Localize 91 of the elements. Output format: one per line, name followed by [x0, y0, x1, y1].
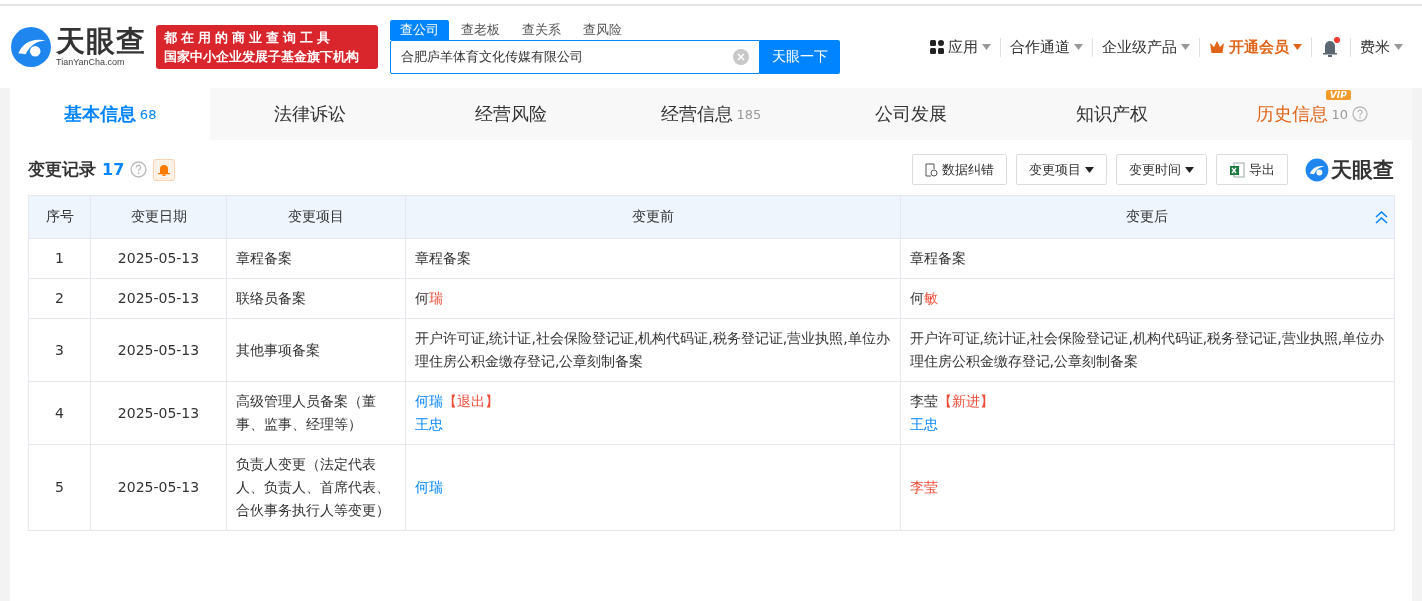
changed-text: 【退出】	[443, 393, 499, 409]
search-field[interactable]: 合肥庐羊体育文化传媒有限公司	[390, 40, 760, 74]
logo-domain: TianYanCha.com	[56, 58, 126, 67]
search-tab[interactable]: 查公司	[390, 20, 449, 40]
table-cell: 2025-05-13	[90, 381, 227, 445]
table-cell: 3	[28, 318, 91, 382]
caret-icon	[1185, 166, 1194, 173]
table-cell: 1	[28, 238, 91, 279]
caret-icon	[1394, 44, 1403, 50]
section-tab[interactable]: 法律诉讼	[210, 88, 411, 140]
crown-icon	[1209, 40, 1225, 54]
caret-icon	[1181, 44, 1190, 50]
table-cell: 2	[28, 278, 91, 319]
logo-icon	[1305, 157, 1329, 182]
grid-icon	[930, 40, 944, 54]
cell-text: 何	[415, 290, 429, 306]
subscribe-button[interactable]	[153, 158, 176, 181]
person-link[interactable]: 何瑞	[415, 479, 443, 495]
caret-icon	[1085, 166, 1094, 173]
column-header: 序号	[28, 195, 91, 239]
tab-count: 10	[1331, 106, 1349, 122]
document-icon	[925, 162, 938, 177]
cell-text: 章程备案	[415, 250, 471, 266]
cell-text: 何	[909, 290, 924, 306]
bell-icon	[158, 163, 171, 176]
table-cell: 2025-05-13	[90, 444, 227, 531]
tab-count: 68	[139, 106, 157, 122]
column-header: 变更项目	[226, 195, 406, 239]
caret-icon	[1074, 44, 1083, 50]
section-tab[interactable]: 经营信息 185	[610, 88, 812, 140]
search-tab[interactable]: 查关系	[512, 20, 571, 40]
search-button[interactable]: 天眼一下	[760, 40, 840, 74]
section-tab[interactable]: 基本信息 68	[10, 88, 211, 140]
changed-text: 瑞	[429, 290, 443, 306]
person-link[interactable]: 何瑞	[415, 393, 443, 409]
table-cell: 高级管理人员备案（董事、监事、经理等）	[226, 381, 406, 445]
section-tab[interactable]: 经营风险	[410, 88, 611, 140]
nav-label: 开通会员	[1229, 37, 1289, 57]
table-cell: 5	[28, 444, 91, 531]
cell-text: 开户许可证,统计证,社会保险登记证,机构代码证,税务登记证,营业执照,单位办理住房公积金缴存登记,公章刻制备案	[415, 330, 890, 369]
brand-text: 天眼查	[1331, 156, 1394, 184]
vip-badge: VIP	[1325, 90, 1351, 100]
table-cell: 其他事项备案	[226, 318, 406, 382]
column-header: 变更日期	[90, 195, 227, 239]
nav-label: 合作通道	[1010, 37, 1070, 57]
help-icon	[1352, 106, 1369, 122]
help-icon[interactable]	[130, 161, 148, 178]
tab-count: 185	[736, 106, 762, 122]
changed-text: 李莹	[909, 479, 938, 495]
column-header: 变更后	[900, 195, 1395, 239]
cell-text: 开户许可证,统计证,社会保险登记证,机构代码证,税务登记证,营业执照,单位办理住房公积金缴存登记,公章刻制备案	[909, 330, 1385, 369]
apps-menu[interactable]: 应用	[921, 37, 1000, 57]
search-tab[interactable]: 查风险	[573, 20, 632, 40]
table-cell: 2025-05-13	[90, 318, 227, 382]
nav-label: 费米	[1360, 37, 1390, 57]
logo-icon	[10, 26, 52, 68]
table-cell: 2025-05-13	[90, 278, 227, 319]
nav-menu[interactable]: 合作通道	[1000, 37, 1092, 57]
changed-text: 【新进】	[937, 393, 994, 409]
person-link[interactable]: 王忠	[909, 416, 938, 432]
column-header: 变更前	[405, 195, 900, 239]
table-cell: 4	[28, 381, 91, 445]
filter-dropdown[interactable]: 变更时间	[1116, 154, 1207, 185]
nav-label: 应用	[948, 37, 978, 57]
report-button[interactable]: 数据纠错	[912, 154, 1007, 185]
table-cell: 负责人变更（法定代表人、负责人、首席代表、合伙事务执行人等变更）	[226, 444, 406, 531]
bell-icon	[1321, 37, 1341, 57]
nav-menu[interactable]: 企业级产品	[1092, 37, 1199, 57]
section-tab[interactable]: 知识产权	[1011, 88, 1212, 140]
spreadsheet-icon	[1229, 161, 1245, 178]
caret-icon	[1293, 44, 1302, 50]
filter-dropdown[interactable]: 变更项目	[1016, 154, 1107, 185]
export-button[interactable]: 导出	[1216, 154, 1288, 185]
slogan-banner: 都在用的商业查询工具 国家中小企业发展子基金旗下机构	[156, 25, 378, 69]
table-cell: 2025-05-13	[90, 238, 227, 279]
section-title: 变更记录	[28, 158, 96, 181]
record-count: 17	[102, 160, 125, 179]
nav-label: 企业级产品	[1102, 37, 1177, 57]
logo-text: 天眼查	[56, 27, 146, 56]
changed-text: 敏	[923, 290, 938, 306]
search-tab[interactable]: 查老板	[451, 20, 510, 40]
cell-text: 李莹	[909, 393, 938, 409]
clear-icon[interactable]	[733, 49, 749, 65]
collapse-icon[interactable]	[1375, 211, 1388, 224]
table-cell: 联络员备案	[226, 278, 406, 319]
cell-text: 章程备案	[909, 250, 966, 266]
section-tab[interactable]: 公司发展	[811, 88, 1012, 140]
person-link[interactable]: 王忠	[415, 416, 443, 432]
nav-menu[interactable]: 费米	[1350, 37, 1412, 57]
caret-icon	[982, 44, 991, 50]
table-cell: 章程备案	[226, 238, 406, 279]
